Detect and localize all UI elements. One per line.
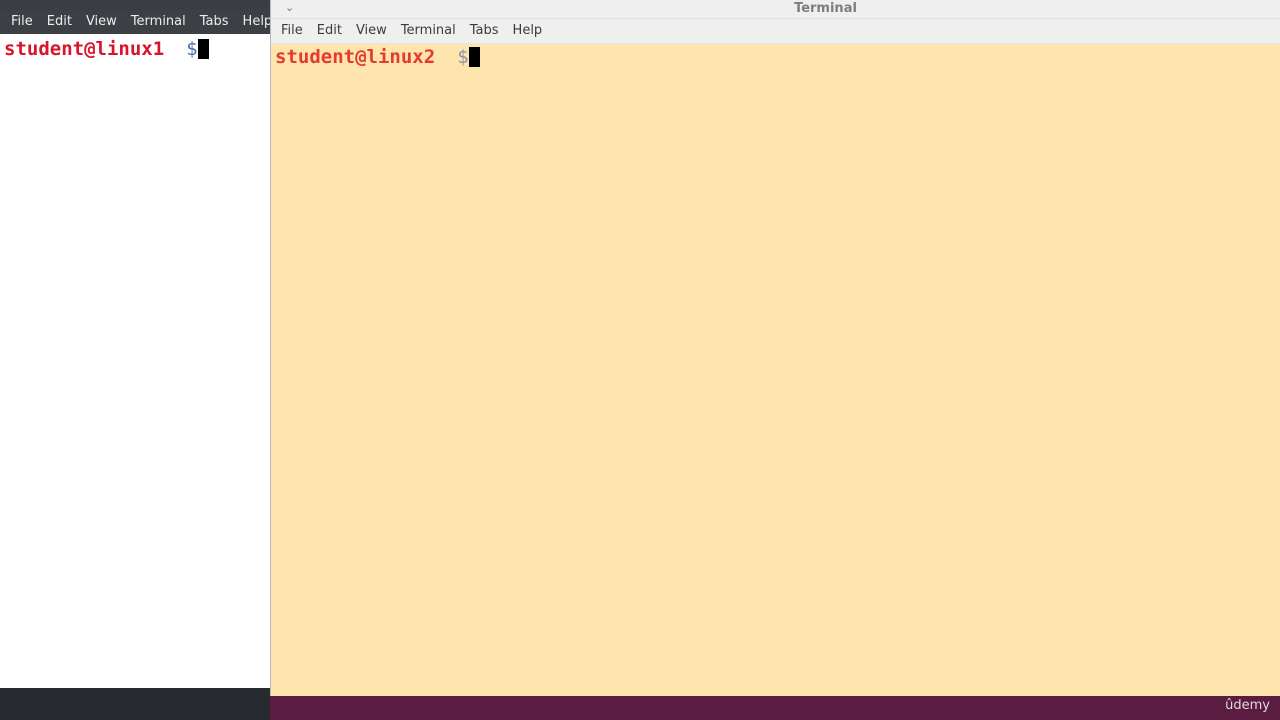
- right-terminal-menubar: File Edit View Terminal Tabs Help: [271, 19, 1280, 44]
- window-title: Terminal: [794, 1, 857, 16]
- left-terminal-titlebar[interactable]: [0, 0, 270, 10]
- menu-tabs[interactable]: Tabs: [193, 10, 236, 34]
- menu-view[interactable]: View: [349, 19, 394, 43]
- menu-edit[interactable]: Edit: [310, 19, 349, 43]
- menu-tabs[interactable]: Tabs: [463, 19, 506, 43]
- menu-file[interactable]: File: [4, 10, 40, 34]
- text-cursor: [468, 47, 480, 67]
- menu-edit[interactable]: Edit: [40, 10, 79, 34]
- right-terminal-window[interactable]: ⌄ Terminal File Edit View Terminal Tabs …: [270, 0, 1280, 696]
- desktop-screen: File Edit View Terminal Tabs Help studen…: [0, 0, 1280, 720]
- menu-view[interactable]: View: [79, 10, 124, 34]
- udemy-watermark: ûdemy: [1225, 698, 1270, 713]
- prompt-user-host: student@linux1: [4, 38, 165, 60]
- prompt-symbol: $: [186, 38, 198, 60]
- left-terminal-body[interactable]: student@linux1 $: [0, 34, 270, 688]
- menu-terminal[interactable]: Terminal: [394, 19, 463, 43]
- prompt-user-host: student@linux2: [275, 46, 436, 68]
- prompt-symbol: $: [457, 46, 469, 68]
- right-terminal-prompt: student@linux2 $: [275, 46, 480, 68]
- left-terminal-window[interactable]: File Edit View Terminal Tabs Help studen…: [0, 0, 272, 688]
- left-terminal-prompt: student@linux1 $: [4, 38, 209, 60]
- left-bottom-strip: [0, 688, 270, 720]
- menu-help[interactable]: Help: [506, 19, 550, 43]
- text-cursor: [197, 39, 209, 59]
- menu-file[interactable]: File: [274, 19, 310, 43]
- left-terminal-menubar: File Edit View Terminal Tabs Help: [0, 10, 272, 34]
- menu-terminal[interactable]: Terminal: [124, 10, 193, 34]
- right-bottom-strip: [270, 696, 1280, 720]
- right-terminal-titlebar[interactable]: ⌄ Terminal: [271, 0, 1280, 19]
- right-terminal-body[interactable]: student@linux2 $: [271, 44, 1280, 696]
